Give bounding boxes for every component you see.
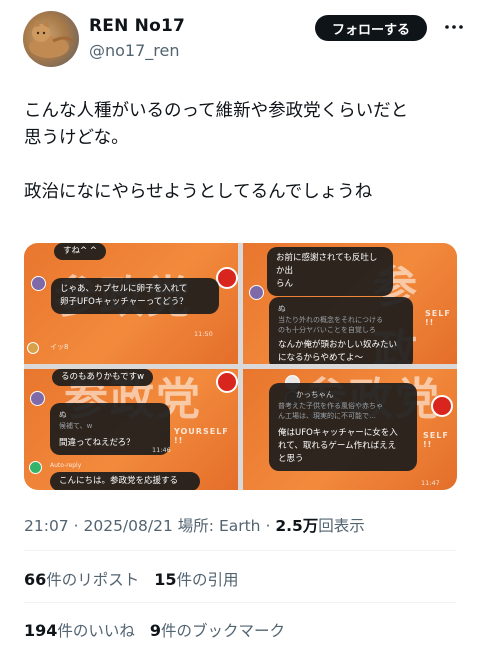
tweet-line: 政治になにやらせようとしてるんでしょうね	[24, 182, 373, 202]
reposts-link[interactable]: 66件のリポスト	[24, 570, 140, 589]
quote-label: 件の引用	[176, 571, 239, 589]
media-image-3[interactable]: 参政党 YOURSELF !! るのもありかもですw ぬ 候補て、w 間違ってね…	[24, 369, 238, 490]
media-image-2[interactable]: 参政党 SELF !! お前に感謝されても反吐しか出 らん ぬ 当たり外れの概念…	[243, 243, 457, 364]
post-date[interactable]: 2025/08/21	[83, 517, 172, 535]
media-image-1[interactable]: 参政党 すね^ ^ じゃあ、カプセルに卵子を入れて 卵子UFOキャッチャーってど…	[24, 243, 238, 364]
display-name[interactable]: REN No17	[89, 16, 185, 36]
repost-label: 件のリポスト	[46, 571, 140, 589]
reply-text: 間違ってねえだろ？	[59, 438, 135, 448]
chat-bubble: すね^ ^	[54, 243, 106, 260]
chat-bubble: お前に感謝されても反吐しか出 らん	[267, 247, 393, 296]
chat-avatar-icon	[27, 342, 39, 354]
banner-tag: SELF !!	[425, 309, 451, 327]
divider	[24, 602, 456, 603]
hinomaru-icon	[216, 371, 238, 393]
tweet-line: こんな人種がいるのって維新や参政党くらいだと	[24, 101, 409, 121]
chat-bubble-reply: ぬ 当たり外れの概念をそれにつける のも十分ヤバいことを自覚しろ なんか俺が頭お…	[269, 297, 413, 364]
quote-count: 15	[154, 570, 177, 589]
reply-author: ぬ	[278, 304, 286, 313]
reply-author: ぬ	[59, 410, 67, 419]
reply-quote: 当たり外れの概念をそれにつける のも十分ヤバいことを自覚しろ	[278, 316, 383, 334]
repost-count: 66	[24, 570, 47, 589]
chat-bubble-reply: かっちゃん 普考えた子供を作る風俗や赤ちゃ ん工場は、現実的に不可能で… 俺はU…	[269, 383, 417, 471]
bookmark-count: 9	[149, 621, 161, 640]
meta-separator: ·	[73, 517, 79, 535]
tweet-line: 思うけどな。	[24, 128, 129, 148]
like-label: 件のいいね	[57, 622, 135, 640]
bookmarks-link[interactable]: 9件のブックマーク	[149, 621, 286, 640]
chat-bubble: こんにちは。参政党を応援する	[50, 472, 200, 490]
follow-button[interactable]: フォローする	[315, 15, 427, 41]
auto-reply-label: Auto-reply	[50, 462, 82, 469]
chat-username: イッ8	[50, 343, 69, 351]
bookmark-label: 件のブックマーク	[161, 622, 286, 640]
tweet-media-grid: 参政党 すね^ ^ じゃあ、カプセルに卵子を入れて 卵子UFOキャッチャーってど…	[24, 243, 457, 490]
hinomaru-icon	[216, 267, 238, 289]
like-bookmark-stats: 194件のいいね 9件のブックマーク	[24, 619, 285, 641]
tweet-line-break	[24, 152, 464, 179]
reply-quote: 候補て、w	[59, 422, 93, 430]
reply-text: なんか俺が頭おかしい奴みたい になるからやめてよ〜	[278, 340, 398, 363]
chat-bubble: じゃあ、カプセルに卵子を入れて 卵子UFOキャッチャーってどう？	[51, 278, 219, 314]
tweet-meta: 21:07 · 2025/08/21 場所: Earth · 2.5万回表示	[24, 514, 365, 536]
like-count: 194	[24, 621, 58, 640]
chat-avatar-icon	[29, 461, 42, 474]
post-time[interactable]: 21:07	[24, 517, 69, 535]
media-image-4[interactable]: 参政党 SELF !! かっちゃん 普考えた子供を作る風俗や赤ちゃ ん工場は、現…	[243, 369, 457, 490]
hinomaru-icon	[431, 395, 453, 417]
chat-timestamp: 11:47	[421, 479, 440, 487]
tweet-text: こんな人種がいるのって維新や参政党くらいだと 思うけどな。 政治になにやらせよう…	[24, 98, 464, 206]
chat-avatar-icon	[31, 276, 46, 291]
meta-separator: ·	[265, 517, 271, 535]
divider	[24, 550, 456, 551]
chat-timestamp: 11:50	[194, 330, 213, 338]
view-count: 2.5万	[275, 517, 319, 535]
tweet-header: REN No17 @no17_ren フォローする	[0, 0, 480, 80]
reply-author: かっちゃん	[296, 390, 334, 399]
user-handle[interactable]: @no17_ren	[89, 41, 180, 60]
repost-quote-stats: 66件のリポスト 15件の引用	[24, 568, 239, 590]
location-label: 場所:	[177, 517, 214, 535]
reply-quote: 普考えた子供を作る風俗や赤ちゃ ん工場は、現実的に不可能で…	[278, 402, 383, 420]
quotes-link[interactable]: 15件の引用	[154, 570, 239, 589]
more-options-icon[interactable]	[441, 14, 467, 40]
view-label: 回表示	[318, 517, 365, 535]
banner-tag: SELF !!	[423, 431, 449, 449]
avatar[interactable]	[23, 11, 79, 67]
chat-avatar-icon	[30, 391, 45, 406]
banner-tag: YOURSELF !!	[174, 427, 229, 445]
location-value: Earth	[218, 517, 261, 535]
cat-avatar-icon	[29, 19, 74, 58]
reply-text: 俺はUFOキャッチャーに女を入 れて、取れるゲーム作ればええ と思う	[278, 428, 398, 464]
chat-timestamp: 11:46	[152, 446, 171, 454]
chat-bubble: るのもありかもですw	[52, 369, 154, 386]
chat-avatar-icon	[249, 285, 264, 300]
likes-link[interactable]: 194件のいいね	[24, 621, 135, 640]
